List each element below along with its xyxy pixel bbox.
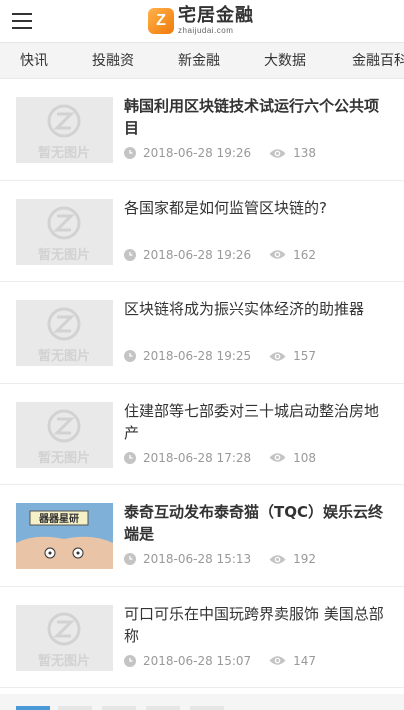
article-date: 2018-06-28 19:26 [143,247,252,262]
logo[interactable]: Z 宅居金融 zhaijudai.com [148,4,254,38]
eye-icon [269,351,286,362]
page-indicator[interactable] [58,706,92,710]
article-meta: 2018-06-28 15:13 192 [124,551,316,567]
article-meta: 2018-06-28 17:28 108 [124,450,316,466]
article-title[interactable]: 可口可乐在中国玩跨界卖服饰 美国总部称 [124,603,388,647]
article-views: 147 [293,653,317,668]
nav-item-jinrongbaike[interactable]: 金融百科 [352,43,404,78]
article-item[interactable]: 暂无图片 韩国利用区块链技术试运行六个公共项目 2018-06-28 19:26 13… [0,79,404,181]
article-thumbnail[interactable]: 暂无图片 [16,300,113,366]
clock-icon [124,350,136,362]
article-date: 2018-06-28 15:13 [143,552,252,566]
pagination [0,694,404,710]
article-item[interactable]: 暂无图片 可口可乐在中国玩跨界卖服饰 美国总部称 2018-06-28 15:07 1… [0,587,404,688]
article-meta: 2018-06-28 19:25 157 [124,348,316,364]
article-date: 2018-06-28 19:26 [143,146,252,160]
nav-item-kuaixun[interactable]: 快讯 [20,43,48,78]
article-item[interactable]: 暂无图片 各国家都是如何监管区块链的? 2018-06-28 19:26 162 [0,181,404,282]
placeholder-text: 暂无图片 [38,247,90,263]
article-views: 157 [293,349,317,363]
article-thumbnail[interactable]: 暂无图片 [16,198,113,265]
article-meta: 2018-06-28 19:26 138 [124,145,316,161]
placeholder-text: 暂无图片 [38,450,90,466]
nav-item-tourongzi[interactable]: 投融资 [92,43,134,78]
menu-icon[interactable] [12,13,32,30]
article-meta: 2018-06-28 15:07 147 [124,653,316,669]
eye-icon [269,452,286,463]
page-indicator[interactable] [102,706,136,710]
article-meta: 2018-06-28 19:26 162 [124,247,316,263]
article-thumbnail[interactable]: 暂无图片 [16,97,113,163]
nav-item-xinjinrong[interactable]: 新金融 [178,43,220,78]
article-thumbnail[interactable]: 暂无图片 [16,401,113,468]
clock-icon [124,654,136,667]
article-title[interactable]: 韩国利用区块链技术试运行六个公共项目 [124,95,388,139]
article-title[interactable]: 区块链将成为振兴实体经济的助推器 [124,298,388,320]
article-date: 2018-06-28 15:07 [143,653,252,668]
article-thumbnail[interactable]: 器器星研 [16,503,113,569]
placeholder-text: 暂无图片 [38,653,90,669]
logo-mark-icon: Z [148,8,174,34]
article-views: 138 [293,146,317,160]
nav-item-dashuju[interactable]: 大数据 [264,43,306,78]
page-indicator[interactable] [190,706,224,710]
page-indicator[interactable] [146,706,180,710]
clock-icon [124,553,136,565]
clock-icon [124,451,136,464]
logo-text: 宅居金融 [178,5,254,26]
placeholder-text: 暂无图片 [38,145,90,161]
article-views: 162 [293,247,317,262]
article-date: 2018-06-28 19:25 [143,349,252,363]
article-title[interactable]: 住建部等七部委对三十城启动整治房地产 [124,400,388,444]
logo-domain: zhaijudai.com [178,26,234,35]
comic-caption: 器器星研 [38,513,79,525]
clock-icon [124,248,136,261]
article-item[interactable]: 暂无图片 区块链将成为振兴实体经济的助推器 2018-06-28 19:25 157 [0,282,404,384]
eye-icon [269,148,286,159]
article-item[interactable]: 暂无图片 住建部等七部委对三十城启动整治房地产 2018-06-28 17:28 10… [0,384,404,485]
page-indicator[interactable] [16,706,50,710]
eye-icon [269,249,286,260]
clock-icon [124,147,136,159]
article-views: 108 [293,450,317,465]
header: Z 宅居金融 zhaijudai.com [0,0,404,43]
placeholder-text: 暂无图片 [38,348,90,364]
eye-icon [269,655,286,666]
category-nav: 快讯 投融资 新金融 大数据 金融百科 [0,43,404,79]
article-title[interactable]: 泰奇互动发布泰奇猫（TQC）娱乐云终端是 [124,501,388,545]
article-date: 2018-06-28 17:28 [143,450,252,465]
article-item[interactable]: 器器星研 泰奇互动发布泰奇猫（TQC）娱乐云终端是 2018-06-28 15:13… [0,485,404,587]
eye-icon [269,554,286,565]
article-list: 暂无图片 韩国利用区块链技术试运行六个公共项目 2018-06-28 19:26 13… [0,79,404,688]
article-title[interactable]: 各国家都是如何监管区块链的? [124,197,388,219]
article-thumbnail[interactable]: 暂无图片 [16,604,113,671]
article-views: 192 [293,552,317,566]
